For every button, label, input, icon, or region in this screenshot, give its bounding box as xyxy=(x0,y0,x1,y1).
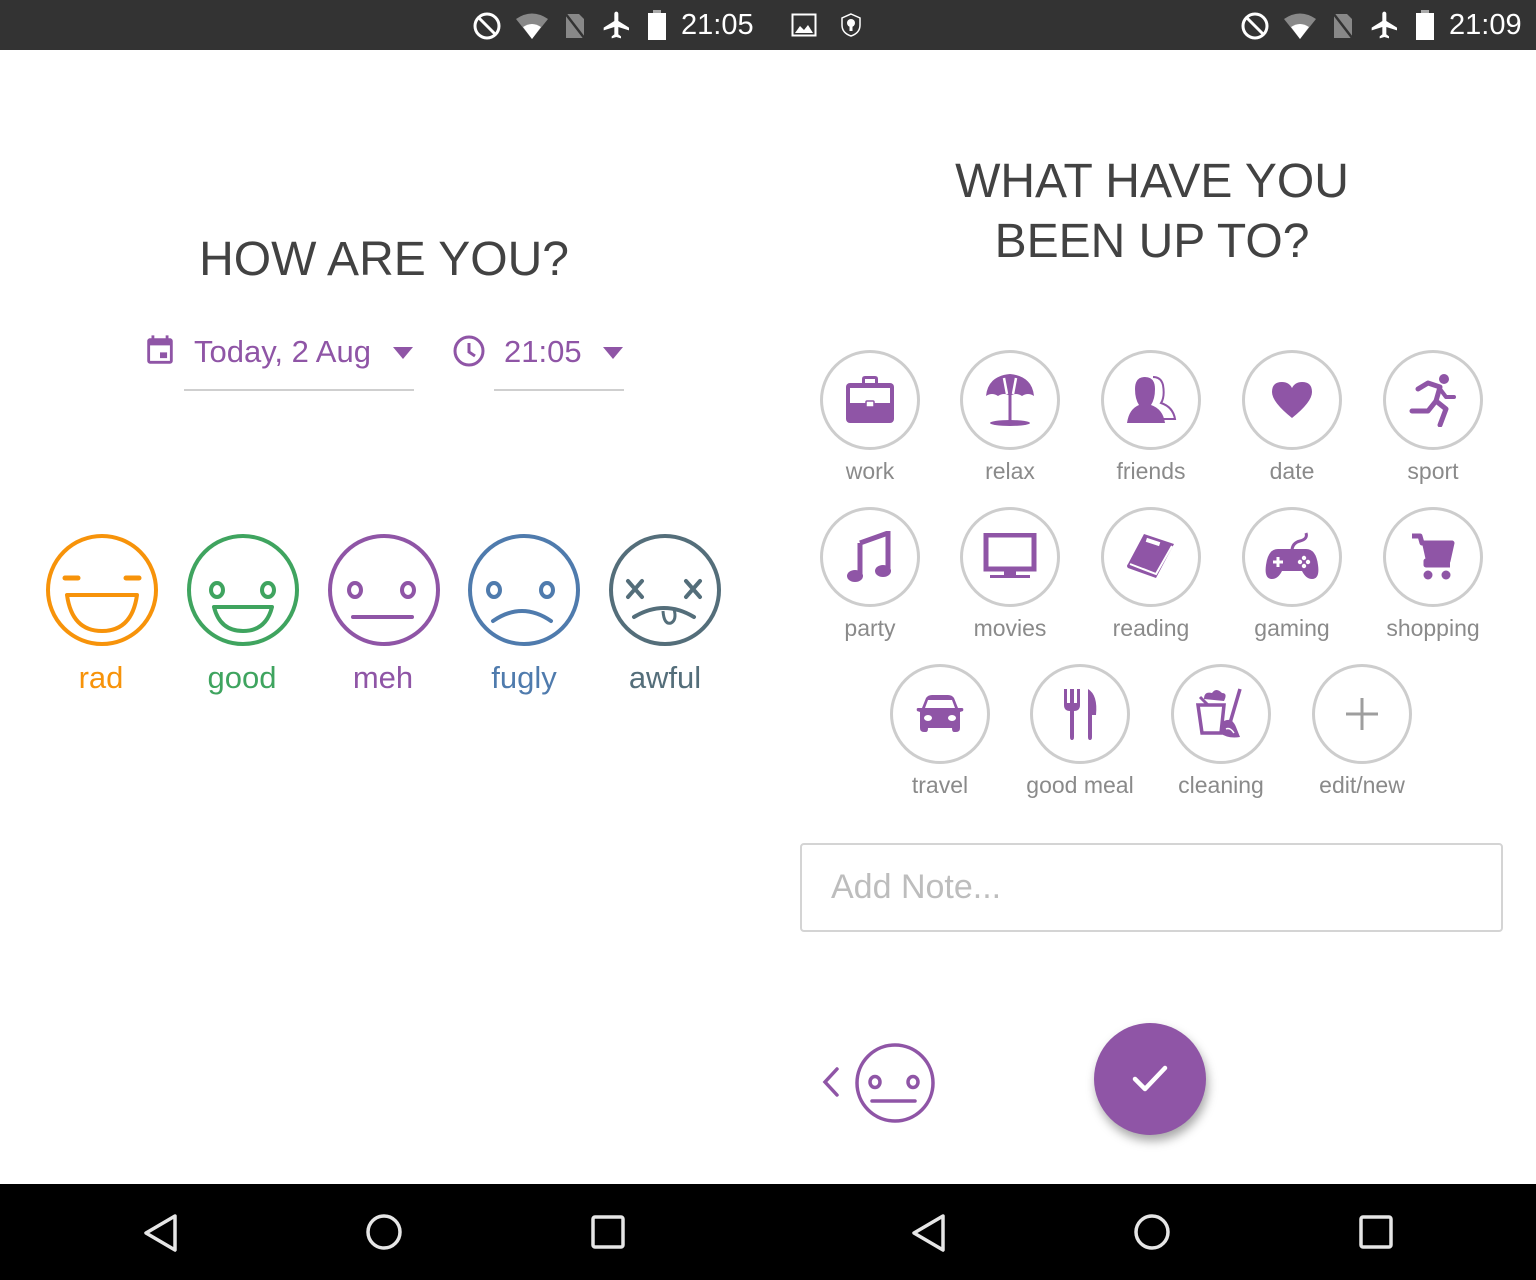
activity-label: reading xyxy=(1112,615,1190,641)
activity-circle xyxy=(1171,664,1271,764)
dead-face-icon xyxy=(609,534,721,646)
activity-label: date xyxy=(1269,458,1315,484)
navigation-bar xyxy=(0,1184,768,1280)
page-title: HOW ARE YOU? xyxy=(199,233,569,286)
mood-screen: 21:05 HOW ARE YOU? Today, 2 Aug 21:05 ra… xyxy=(0,0,768,1280)
selected-mood-neutral-face-icon[interactable] xyxy=(854,1042,936,1124)
save-button[interactable] xyxy=(1094,1023,1206,1135)
image-icon xyxy=(791,13,817,37)
date-underline xyxy=(184,389,414,391)
car-icon xyxy=(916,695,964,732)
note-input[interactable] xyxy=(802,845,1501,930)
title-line-2: BEEN UP TO? xyxy=(994,215,1310,268)
activity-label: shopping xyxy=(1386,615,1480,641)
activity-label: friends xyxy=(1116,458,1186,484)
no-sim-icon xyxy=(564,12,586,40)
chevron-left-icon[interactable] xyxy=(821,1066,841,1098)
activity-circle xyxy=(1242,507,1342,607)
no-sim-icon xyxy=(1332,12,1354,40)
friends-icon xyxy=(1127,376,1177,423)
activity-circle xyxy=(1030,664,1130,764)
airplane-mode-icon xyxy=(603,11,629,39)
status-bar: 21:09 xyxy=(768,0,1536,50)
activity-label: movies xyxy=(973,615,1047,641)
activity-label: good meal xyxy=(1026,772,1134,798)
battery-icon xyxy=(1416,10,1434,40)
do-not-disturb-icon xyxy=(473,12,501,40)
page-title: WHAT HAVE YOU BEEN UP TO? xyxy=(768,152,1536,272)
mood-label: good xyxy=(207,660,277,695)
date-dropdown-icon xyxy=(393,347,413,359)
recents-icon[interactable] xyxy=(1359,1215,1393,1249)
monitor-icon xyxy=(983,533,1037,578)
activity-circle xyxy=(1101,507,1201,607)
mood-label: awful xyxy=(628,660,702,695)
activities-screen: 21:09 WHAT HAVE YOU BEEN UP TO? work rel… xyxy=(768,0,1536,1280)
smiling-face-icon xyxy=(187,534,299,646)
battery-icon xyxy=(648,10,666,40)
status-time: 21:05 xyxy=(681,9,754,41)
activity-label: work xyxy=(845,458,895,484)
mood-label: fugly xyxy=(491,660,557,695)
activity-label: travel xyxy=(911,772,969,798)
home-icon[interactable] xyxy=(365,1213,403,1251)
activity-circle xyxy=(820,350,920,450)
home-icon[interactable] xyxy=(1133,1213,1171,1251)
briefcase-icon xyxy=(846,376,894,423)
time-underline xyxy=(494,389,624,391)
wifi-icon xyxy=(516,13,548,39)
book-icon xyxy=(1127,534,1174,578)
recents-icon[interactable] xyxy=(591,1215,625,1249)
activity-circle xyxy=(1242,350,1342,450)
laughing-face-icon xyxy=(46,534,158,646)
activity-label: party xyxy=(844,615,896,641)
do-not-disturb-icon xyxy=(1241,12,1269,40)
calendar-icon xyxy=(147,335,173,364)
heart-icon xyxy=(1272,382,1312,418)
activity-circle xyxy=(960,350,1060,450)
activity-circle xyxy=(960,507,1060,607)
note-field[interactable] xyxy=(800,843,1503,932)
mood-label: rad xyxy=(78,660,124,695)
activity-circle xyxy=(1101,350,1201,450)
cart-icon xyxy=(1412,533,1455,580)
check-icon xyxy=(1132,1065,1168,1092)
activity-label: cleaning xyxy=(1178,772,1264,798)
beach-umbrella-icon xyxy=(986,374,1034,426)
status-bar: 21:05 xyxy=(0,0,768,50)
time-value: 21:05 xyxy=(504,334,582,369)
status-time: 21:09 xyxy=(1449,9,1522,41)
plus-icon xyxy=(1346,698,1378,730)
running-icon xyxy=(1409,374,1456,427)
wifi-icon xyxy=(1284,13,1316,39)
neutral-face-icon xyxy=(328,534,440,646)
activity-circle xyxy=(1383,507,1483,607)
activity-label: edit/new xyxy=(1319,772,1405,798)
activity-label: relax xyxy=(985,458,1035,484)
activity-label: sport xyxy=(1407,458,1459,484)
fork-knife-icon xyxy=(1064,689,1097,740)
clock-icon xyxy=(453,335,485,367)
airplane-mode-icon xyxy=(1371,11,1397,39)
back-icon[interactable] xyxy=(910,1213,946,1253)
activity-circle xyxy=(820,507,920,607)
activity-label: gaming xyxy=(1254,615,1330,641)
cleaning-bucket-icon xyxy=(1195,688,1242,738)
mood-label: meh xyxy=(352,660,414,695)
activity-circle xyxy=(890,664,990,764)
title-line-1: WHAT HAVE YOU xyxy=(955,155,1349,208)
activity-circle xyxy=(1312,664,1412,764)
sad-face-icon xyxy=(468,534,580,646)
activity-circle xyxy=(1383,350,1483,450)
date-value: Today, 2 Aug xyxy=(194,334,371,369)
vpn-shield-icon xyxy=(841,13,861,37)
gamepad-icon xyxy=(1265,532,1319,579)
navigation-bar xyxy=(768,1184,1536,1280)
music-note-icon xyxy=(847,531,891,582)
time-dropdown-icon xyxy=(603,347,623,359)
back-icon[interactable] xyxy=(142,1213,178,1253)
